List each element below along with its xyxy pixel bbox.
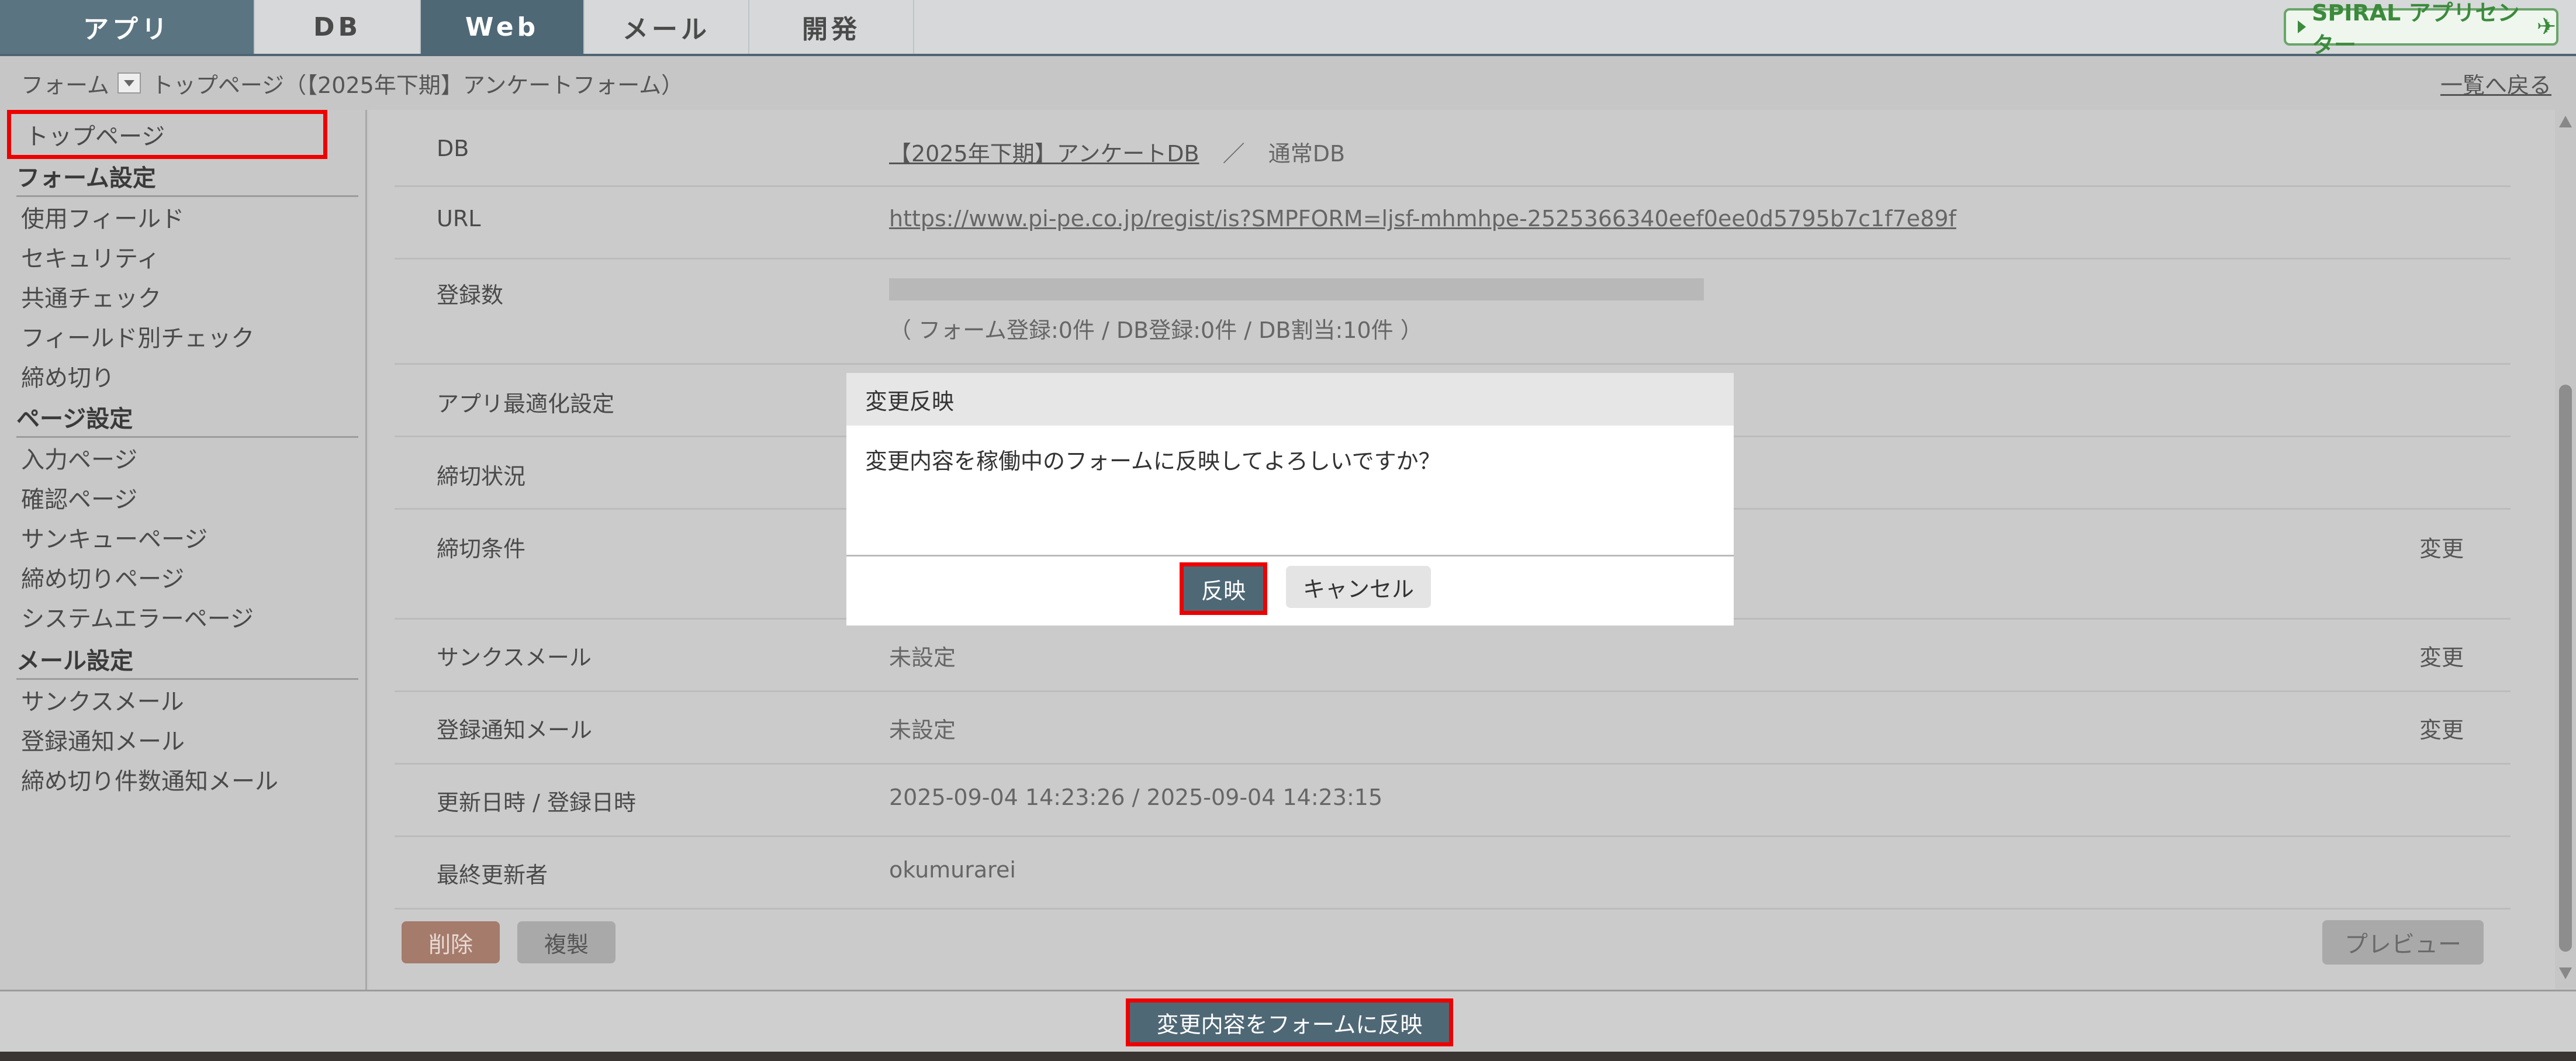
notify-mail-value: 未設定 — [889, 717, 956, 743]
db-type: 通常DB — [1268, 141, 1346, 167]
url-label: URL — [437, 206, 481, 231]
tab-web[interactable]: Web — [421, 0, 585, 54]
sidebar-item-thanks-mail[interactable]: サンクスメール — [21, 683, 184, 717]
row-notify-mail: 登録通知メール 未設定 変更 — [395, 692, 2511, 765]
deadline-condition-label: 締切条件 — [437, 536, 526, 562]
sidebar-item-deadline[interactable]: 締め切り — [21, 359, 115, 393]
notify-mail-label: 登録通知メール — [437, 717, 593, 743]
dialog-footer: 反映 キャンセル — [846, 557, 1734, 625]
dragonfly-icon: ✈ — [2536, 13, 2556, 40]
deadline-condition-change-link[interactable]: 変更 — [2419, 531, 2464, 563]
sidebar-item-field-check[interactable]: フィールド別チェック — [21, 319, 254, 353]
footer-bar: 変更内容をフォームに反映 — [0, 990, 2576, 1052]
back-to-list-link[interactable]: 一覧へ戻る — [2440, 67, 2551, 99]
form-dropdown-button[interactable] — [117, 72, 141, 94]
scrollbar[interactable] — [2555, 110, 2576, 990]
row-editor: 最終更新者 okumurarei — [395, 837, 2511, 910]
dialog-message: 変更内容を稼働中のフォームに反映してよろしいですか？ — [846, 426, 1734, 557]
notify-mail-change-link[interactable]: 変更 — [2419, 712, 2464, 744]
confirm-dialog: 変更反映 変更内容を稼働中のフォームに反映してよろしいですか？ 反映 キャンセル — [846, 373, 1734, 625]
thanks-mail-change-link[interactable]: 変更 — [2419, 640, 2464, 672]
sidebar: トップページ フォーム設定 使用フィールド セキュリティ 共通チェック フィール… — [0, 110, 367, 990]
scroll-thumb[interactable] — [2559, 385, 2572, 952]
sidebar-item-confirm-page[interactable]: 確認ページ — [21, 481, 137, 514]
sidebar-heading-mail-settings: メール設定 — [16, 642, 358, 680]
editor-label: 最終更新者 — [437, 862, 548, 888]
scroll-up-icon[interactable] — [2559, 116, 2572, 127]
deadline-status-label: 締切状況 — [437, 464, 526, 489]
row-thanks-mail: サンクスメール 未設定 変更 — [395, 620, 2511, 692]
thanks-mail-value: 未設定 — [889, 645, 956, 671]
sidebar-item-count-notify-mail[interactable]: 締め切り件数通知メール — [21, 762, 278, 796]
db-separator: ／ — [1222, 141, 1245, 167]
sidebar-item-fields[interactable]: 使用フィールド — [21, 200, 184, 234]
db-value: 【2025年下期】アンケートDB ／ 通常DB — [889, 136, 1345, 168]
app-optimization-label: アプリ最適化設定 — [437, 391, 615, 417]
db-label: DB — [437, 136, 469, 161]
spiral-app-center-button[interactable]: SPIRAL アプリセンター ✈ — [2284, 0, 2558, 58]
row-updated: 更新日時 / 登録日時 2025-09-04 14:23:26 / 2025-0… — [395, 765, 2511, 837]
row-url: URL https://www.pi-pe.co.jp/regist/is?SM… — [395, 187, 2511, 260]
copy-button[interactable]: 複製 — [517, 921, 616, 963]
row-db: DB 【2025年下期】アンケートDB ／ 通常DB — [395, 110, 2511, 187]
tab-db[interactable]: DB — [255, 0, 421, 54]
play-icon — [2298, 20, 2306, 33]
preview-button[interactable]: プレビュー — [2322, 920, 2484, 965]
sidebar-item-error-page[interactable]: システムエラーページ — [21, 600, 254, 634]
db-link[interactable]: 【2025年下期】アンケートDB — [889, 141, 1199, 167]
delete-button[interactable]: 削除 — [402, 921, 500, 963]
sidebar-item-input-page[interactable]: 入力ページ — [21, 441, 137, 475]
sidebar-item-common-check[interactable]: 共通チェック — [21, 279, 161, 313]
apply-changes-button[interactable]: 変更内容をフォームに反映 — [1126, 998, 1453, 1046]
top-navigation: アプリ DB Web メール 開発 SPIRAL アプリセンター ✈ — [0, 0, 2576, 58]
updated-value: 2025-09-04 14:23:26 / 2025-09-04 14:23:1… — [889, 784, 1383, 810]
bottom-strip — [0, 1052, 2576, 1061]
sidebar-heading-page-settings: ページ設定 — [16, 400, 358, 438]
tab-mail[interactable]: メール — [585, 0, 749, 54]
breadcrumb: フォーム トップページ（【2025年下期】アンケートフォーム） 一覧へ戻る — [0, 56, 2576, 110]
chevron-down-icon — [123, 80, 134, 87]
sidebar-item-top-page[interactable]: トップページ — [7, 110, 327, 159]
editor-value: okumurarei — [889, 857, 1016, 883]
sidebar-item-security[interactable]: セキュリティ — [21, 240, 160, 274]
url-link[interactable]: https://www.pi-pe.co.jp/regist/is?SMPFOR… — [889, 206, 1956, 231]
updated-label: 更新日時 / 登録日時 — [437, 790, 636, 815]
breadcrumb-page: トップページ（【2025年下期】アンケートフォーム） — [151, 72, 684, 98]
dialog-apply-button[interactable]: 反映 — [1180, 562, 1267, 615]
breadcrumb-form: フォーム — [21, 72, 109, 98]
spiral-app-center-label: SPIRAL アプリセンター — [2312, 0, 2520, 58]
dialog-title: 変更反映 — [846, 373, 1734, 426]
count-detail: （ フォーム登録:0件 / DB登録:0件 / DB割当:10件 ） — [889, 317, 1423, 343]
sidebar-item-notify-mail[interactable]: 登録通知メール — [21, 723, 185, 756]
scroll-down-icon[interactable] — [2559, 967, 2572, 979]
dialog-cancel-button[interactable]: キャンセル — [1286, 566, 1431, 608]
count-label: 登録数 — [437, 282, 504, 308]
tab-dev[interactable]: 開発 — [749, 0, 914, 54]
tab-app[interactable]: アプリ — [0, 0, 255, 54]
sidebar-heading-form-settings: フォーム設定 — [16, 159, 358, 197]
sidebar-item-thankyou-page[interactable]: サンキューページ — [21, 520, 208, 554]
thanks-mail-label: サンクスメール — [437, 645, 592, 671]
sidebar-item-deadline-page[interactable]: 締め切りページ — [21, 560, 184, 594]
count-progress-bar — [889, 278, 1704, 300]
row-count: 登録数 （ フォーム登録:0件 / DB登録:0件 / DB割当:10件 ） — [395, 260, 2511, 365]
